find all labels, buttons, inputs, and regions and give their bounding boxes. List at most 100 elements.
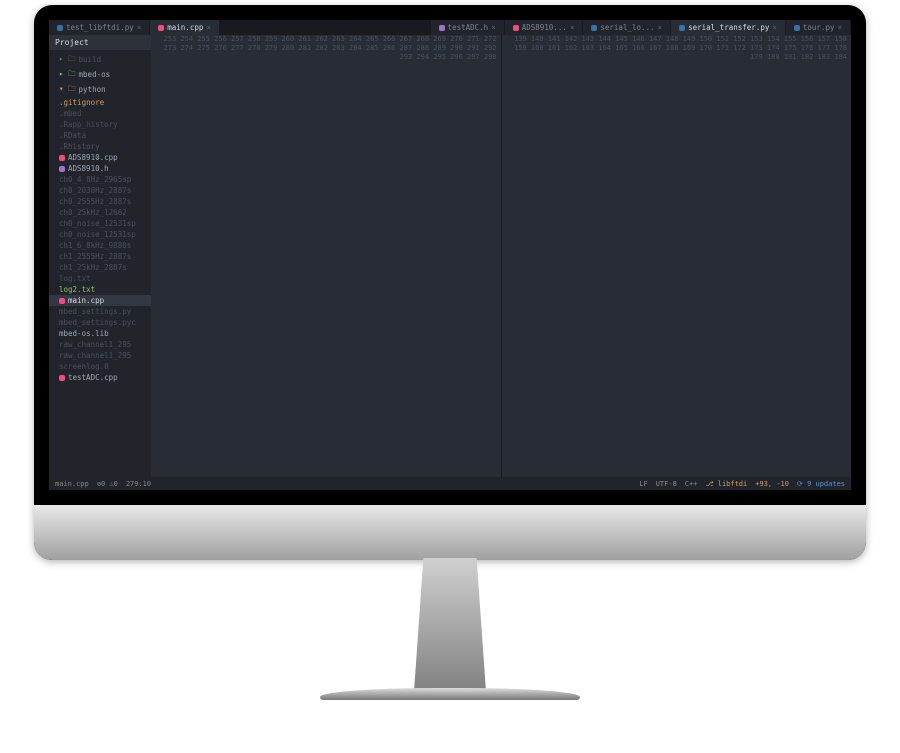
tree-item[interactable]: raw_channel1_295 [49,339,151,350]
tree-item[interactable]: ch0_25kHz_12662 [49,207,151,218]
tree-item[interactable]: log2.txt [49,284,151,295]
tree-label: mbed-os [79,70,111,79]
tree-item[interactable]: ▾ 🗀python [49,82,151,97]
monitor-stand [403,558,498,693]
tree-label: mbed-os.lib [59,329,109,338]
tab-test_libftdi-py[interactable]: test_libftdi.py× [49,20,150,35]
tree-item[interactable]: log.txt [49,273,151,284]
tree-item[interactable]: .gitignore [49,97,151,108]
tree-label: ch0_4_8Hz_2965sp [59,175,131,184]
tree-label: mbed_settings.pyc [59,318,136,327]
tree-item[interactable]: mbed_settings.py [49,306,151,317]
status-diff[interactable]: +93, -10 [755,480,789,488]
tree-label: mbed_settings.py [59,307,131,316]
status-branch[interactable]: ⎇ libftdi [705,480,747,488]
tree-label: log2.txt [59,285,95,294]
tab-label: ADS8910... [522,23,567,32]
tree-item[interactable]: ▸ 🗀mbed-os [49,67,151,82]
tab-main-cpp[interactable]: main.cpp× [150,20,220,35]
tree-item[interactable]: raw_channel1_295 [49,350,151,361]
tab-label: main.cpp [167,23,203,32]
tree-label: ch0_2555Hz_2887s [59,197,131,206]
tree-label: log.txt [59,274,91,283]
file-tree[interactable]: ▸ 🗀build▸ 🗀mbed-os▾ 🗀python.gitignore.mb… [49,50,151,477]
tree-item[interactable]: ch1_25kHz_2887s [49,262,151,273]
tree-item[interactable]: mbed-os.lib [49,328,151,339]
close-icon[interactable]: × [837,23,842,32]
status-cursor[interactable]: 279:10 [126,480,151,488]
tab-tour-py[interactable]: tour.py× [786,20,851,35]
close-icon[interactable]: × [772,23,777,32]
tree-label: build [79,55,102,64]
status-bar: main.cpp ⊘0 ⚠0 279:10 LF UTF-8 C++ ⎇ lib… [49,477,851,490]
tree-item[interactable]: .Rapp_history [49,119,151,130]
tree-item[interactable]: ch0_2030Hz_2887s [49,185,151,196]
tree-item[interactable]: testADC.cpp [49,372,151,383]
tab-bar: test_libftdi.py×main.cpp×testADC.h×ADS89… [49,20,851,35]
editor-pane-left[interactable]: 253 254 255 256 257 258 259 260 261 262 … [151,35,501,477]
tree-item[interactable]: ch0_4_8Hz_2965sp [49,174,151,185]
tab-serial_lo-[interactable]: serial_lo... × [583,20,671,35]
file-icon [158,25,164,31]
file-icon [59,298,65,304]
gutter-left: 253 254 255 256 257 258 259 260 261 262 … [151,35,501,477]
status-eol[interactable]: LF [639,480,647,488]
tree-item[interactable]: ch1_2555Hz_2887s [49,251,151,262]
tab-testADC-h[interactable]: testADC.h× [431,20,505,35]
tree-item[interactable]: ch0_2555Hz_2887s [49,196,151,207]
status-file[interactable]: main.cpp [55,480,89,488]
sidebar-header[interactable]: Project [49,35,151,50]
tab-serial_transfer-py[interactable]: serial_transfer.py× [671,20,786,35]
tree-item[interactable]: mbed_settings.pyc [49,317,151,328]
tree-label: main.cpp [68,296,104,305]
editor-pane-right[interactable]: 139 140 141 142 143 144 145 146 147 148 … [501,35,852,477]
file-icon [59,166,65,172]
tree-item[interactable]: ▸ 🗀build [49,52,151,67]
close-icon[interactable]: × [658,23,663,32]
tree-item[interactable]: ch0_noise_12531sp [49,229,151,240]
tree-item[interactable]: screenlog.0 [49,361,151,372]
tree-label: raw_channel1_295 [59,340,131,349]
folder-icon: ▾ 🗀 [59,83,76,96]
tree-label: .Rhistory [59,142,100,151]
editor-window: test_libftdi.py×main.cpp×testADC.h×ADS89… [49,20,851,490]
file-icon [57,25,63,31]
monitor-frame: test_libftdi.py×main.cpp×testADC.h×ADS89… [34,5,866,560]
close-icon[interactable]: × [137,23,142,32]
gutter-right: 139 140 141 142 143 144 145 146 147 148 … [502,35,852,477]
file-icon [679,25,685,31]
monitor-base [320,688,580,700]
file-icon [59,155,65,161]
tree-label: testADC.cpp [68,373,118,382]
file-icon [794,25,800,31]
tab-label: tour.py [803,23,835,32]
status-errors[interactable]: ⊘0 ⚠0 [97,480,118,488]
tree-item[interactable]: ADS8910.h [49,163,151,174]
close-icon[interactable]: × [491,23,496,32]
tab-ADS8910-[interactable]: ADS8910...× [505,20,584,35]
folder-icon: ▸ 🗀 [59,53,76,66]
status-lang[interactable]: C++ [685,480,698,488]
tree-item[interactable]: .RData [49,130,151,141]
tree-label: ch1_25kHz_2887s [59,263,127,272]
tree-item[interactable]: .mbed [49,108,151,119]
tree-item[interactable]: ch0_noise_12531sp [49,218,151,229]
tree-label: raw_channel1_295 [59,351,131,360]
tab-label: serial_lo... [600,23,654,32]
tree-item[interactable]: .Rhistory [49,141,151,152]
tree-item[interactable]: ADS8910.cpp [49,152,151,163]
file-icon [513,25,519,31]
tree-label: ADS8910.cpp [68,153,118,162]
tab-label: serial_transfer.py [688,23,769,32]
tree-label: ch0_noise_12531sp [59,219,136,228]
tree-label: ch0_2030Hz_2887s [59,186,131,195]
tree-item[interactable]: ch1_6_8kHz_9880s [49,240,151,251]
tree-label: ADS8910.h [68,164,109,173]
tree-label: screenlog.0 [59,362,109,371]
close-icon[interactable]: × [570,23,575,32]
tree-item[interactable]: main.cpp [49,295,151,306]
close-icon[interactable]: × [206,23,211,32]
status-updates[interactable]: ⟳ 9 updates [797,480,845,488]
tree-label: ch0_25kHz_12662 [59,208,127,217]
status-encoding[interactable]: UTF-8 [656,480,677,488]
